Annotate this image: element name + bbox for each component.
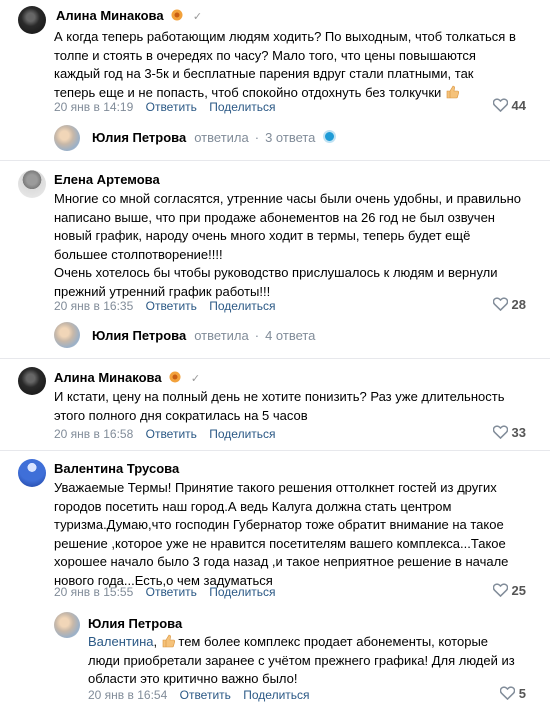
author-name[interactable]: Алина Минакова — [54, 370, 162, 385]
comment-text: А когда теперь работающим людям ходить? … — [54, 28, 534, 102]
comment-meta: 20 янв в 16:54 Ответить Поделиться — [88, 688, 310, 702]
text-line: А когда теперь работающим людям ходить? … — [54, 29, 516, 44]
like-count: 5 — [518, 686, 526, 701]
like-button[interactable]: 28 — [492, 297, 526, 312]
text-line: области это критично важно было! — [88, 671, 298, 686]
heart-icon — [499, 686, 516, 701]
reply-button[interactable]: Ответить — [146, 427, 197, 441]
timestamp[interactable]: 20 янв в 14:19 — [54, 100, 133, 114]
divider — [0, 358, 550, 359]
comment-author[interactable]: Алина Минакова ✓ — [54, 370, 200, 385]
share-button[interactable]: Поделиться — [243, 688, 309, 702]
text-line: туризма.Думаю,что господин Губернатор то… — [54, 517, 504, 532]
heart-icon — [492, 425, 508, 440]
checkmark-icon: ✓ — [190, 373, 201, 385]
text-line: толпе и стоять в очередях по часу? Мало … — [54, 47, 476, 63]
text-line: И кстати, цену на полный день не хотите … — [54, 389, 505, 404]
thumbs-up-emoji-icon — [446, 85, 459, 98]
share-button[interactable]: Поделиться — [209, 100, 275, 114]
avatar[interactable] — [18, 367, 46, 395]
share-button[interactable]: Поделиться — [209, 585, 275, 599]
text-line: решение ,которое уже не нравится посетит… — [54, 535, 506, 551]
like-button[interactable]: 5 — [499, 686, 526, 701]
reply-button[interactable]: Ответить — [146, 100, 197, 114]
like-count: 44 — [511, 98, 526, 113]
reply-button[interactable]: Ответить — [180, 688, 231, 702]
like-button[interactable]: 25 — [492, 583, 526, 598]
comment-meta: 20 янв в 15:55 Ответить Поделиться — [54, 585, 276, 599]
author-name[interactable]: Валентина Трусова — [54, 461, 179, 476]
text-line: городов посетить наш город.А ведь Калуга… — [54, 498, 452, 514]
reply-button[interactable]: Ответить — [146, 299, 197, 313]
comment-text: Валентина, тем более комплекс продает аб… — [88, 633, 538, 689]
timestamp[interactable]: 20 янв в 15:55 — [54, 585, 133, 599]
divider — [0, 160, 550, 161]
like-button[interactable]: 44 — [492, 98, 526, 113]
like-count: 28 — [511, 297, 526, 312]
share-button[interactable]: Поделиться — [209, 299, 275, 313]
like-count: 33 — [511, 425, 526, 440]
flower-badge-icon — [171, 9, 183, 21]
replies-count[interactable]: 4 ответа — [265, 328, 315, 343]
reply-button[interactable]: Ответить — [146, 585, 197, 599]
avatar[interactable] — [18, 6, 46, 34]
text-line: Очень хотелось бы чтобы руководство прис… — [54, 265, 498, 280]
share-button[interactable]: Поделиться — [209, 427, 275, 441]
text-line: Валентина, тем более комплекс продает аб… — [88, 634, 489, 649]
comment-meta: 20 янв в 16:58 Ответить Поделиться — [54, 427, 276, 441]
author-name[interactable]: Елена Артемова — [54, 172, 160, 187]
heart-icon — [492, 98, 508, 113]
heart-icon — [492, 297, 508, 312]
thumbs-up-emoji-icon — [162, 634, 175, 648]
comment-meta: 20 янв в 16:35 Ответить Поделиться — [54, 299, 276, 313]
timestamp[interactable]: 20 янв в 16:58 — [54, 427, 133, 441]
reply-verb: ответила — [194, 328, 249, 343]
reply-verb: ответила — [194, 130, 249, 145]
replies-count[interactable]: 3 ответа — [265, 130, 315, 145]
mention-link[interactable]: Валентина — [88, 634, 154, 649]
avatar[interactable] — [18, 170, 46, 198]
replies-summary[interactable]: Юлия Петрова ответила · 4 ответа — [92, 328, 315, 343]
comment-text: Уважаемые Термы! Принятие такого решения… — [54, 479, 534, 590]
replies-summary[interactable]: Юлия Петрова ответила · 3 ответа — [92, 130, 337, 145]
flower-badge-icon — [169, 371, 181, 383]
online-indicator-icon — [323, 130, 337, 143]
comment-text: Многие со мной согласятся, утренние часы… — [54, 190, 534, 301]
text-line: большее столпотворение!!!! — [54, 246, 223, 262]
reply-avatar[interactable] — [54, 322, 80, 348]
comment-author[interactable]: Валентина Трусова — [54, 461, 179, 476]
reply-avatar[interactable] — [54, 125, 80, 151]
text-line: каждый год на 3-5к и бесплатные парения … — [54, 66, 474, 81]
avatar[interactable] — [18, 459, 46, 487]
divider — [0, 450, 550, 451]
reply-author[interactable]: Юлия Петрова — [92, 328, 186, 343]
author-name[interactable]: Юлия Петрова — [88, 616, 182, 631]
dot-separator: · — [254, 328, 260, 343]
comment-author[interactable]: Юлия Петрова — [88, 616, 182, 631]
text-line: Многие со мной согласятся, утренние часы… — [54, 191, 522, 206]
author-name[interactable]: Алина Минакова — [56, 8, 164, 23]
text-line: люди приобретали заранее с учётом прежне… — [88, 652, 515, 668]
text-line: хорошее начало было 3 года назад ,и тако… — [54, 554, 509, 569]
timestamp[interactable]: 20 янв в 16:54 — [88, 688, 167, 702]
text-line: написано выше, что при продаже абонемент… — [54, 209, 495, 225]
timestamp[interactable]: 20 янв в 16:35 — [54, 299, 133, 313]
comment-author[interactable]: Алина Минакова ✓ — [56, 8, 202, 23]
text-line: новый график, народу очень много ходит в… — [54, 228, 471, 243]
like-button[interactable]: 33 — [492, 425, 526, 440]
comment-author[interactable]: Елена Артемова — [54, 172, 160, 187]
dot-separator: · — [254, 130, 260, 145]
text-line: этого полного дня сократилась на 5 часов — [54, 407, 308, 423]
comment-text: И кстати, цену на полный день не хотите … — [54, 388, 534, 425]
like-count: 25 — [511, 583, 526, 598]
reply-author[interactable]: Юлия Петрова — [92, 130, 186, 145]
comment-meta: 20 янв в 14:19 Ответить Поделиться — [54, 100, 276, 114]
text-line: Уважаемые Термы! Принятие такого решения… — [54, 480, 497, 495]
checkmark-icon: ✓ — [192, 11, 203, 23]
heart-icon — [492, 583, 508, 598]
avatar[interactable] — [54, 612, 80, 638]
